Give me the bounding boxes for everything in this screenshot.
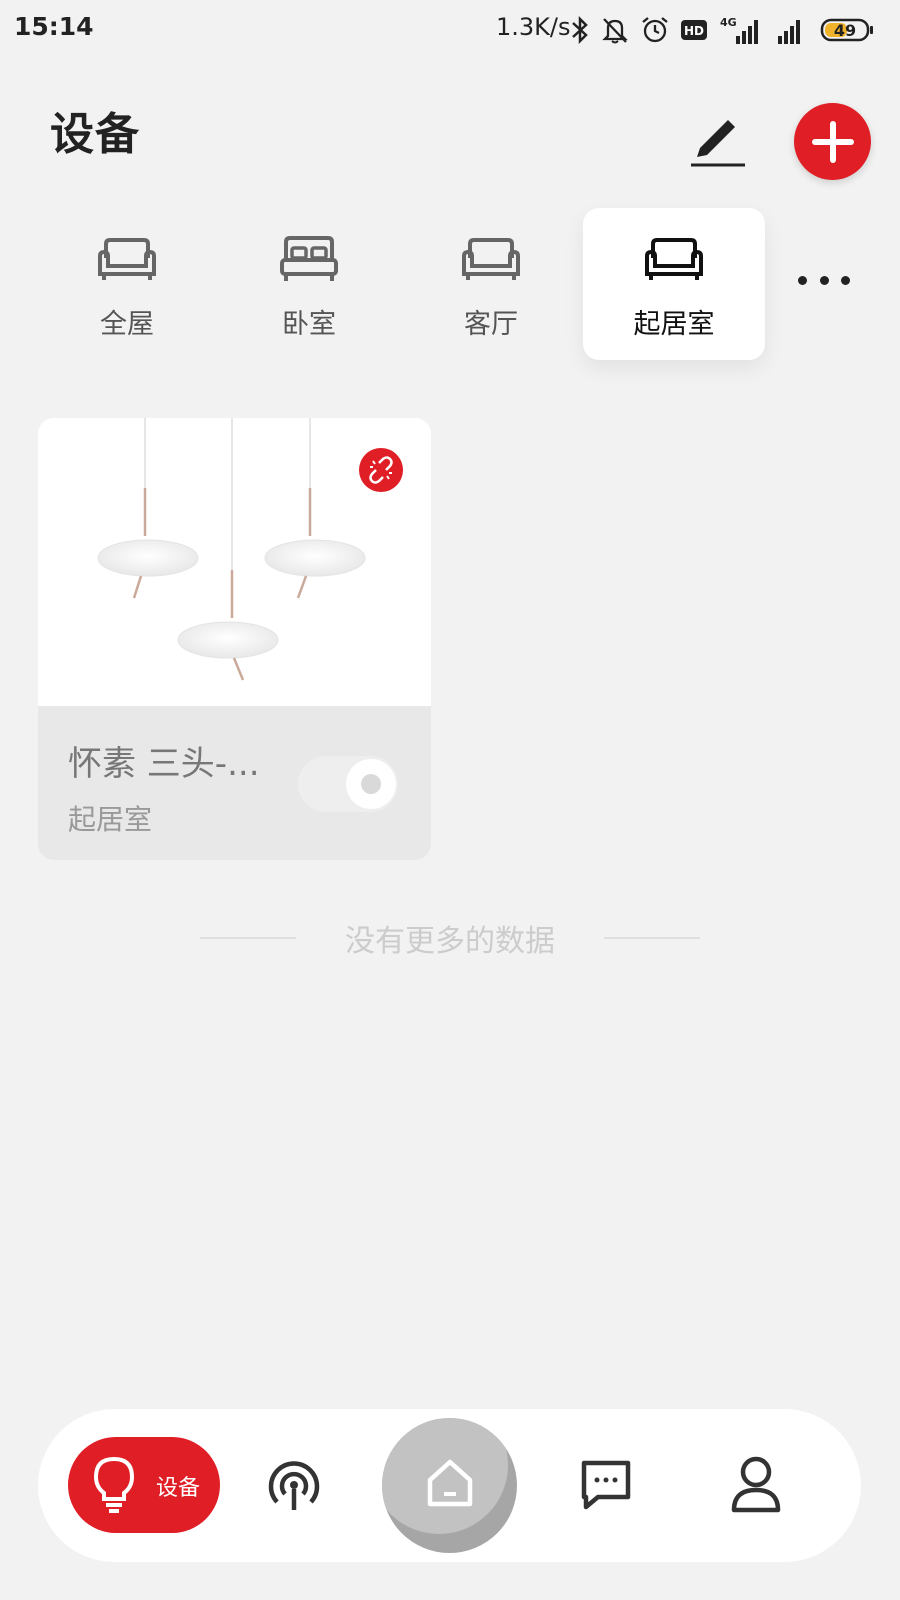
message-icon[interactable]: [578, 1457, 634, 1513]
room-label: 起居室: [633, 309, 715, 340]
nav-home-button[interactable]: [382, 1418, 517, 1553]
offline-badge: [359, 448, 403, 492]
sofa-icon: [98, 238, 156, 280]
room-tab-whole-house[interactable]: 全屋: [36, 208, 218, 360]
room-label: 全屋: [100, 309, 154, 340]
device-image: [38, 418, 431, 706]
hd-label: HD: [684, 24, 704, 38]
status-icons: HD 4G 49: [570, 12, 876, 48]
home-icon: [427, 1459, 473, 1507]
hd-icon: HD: [681, 20, 707, 40]
list-end-text: 没有更多的数据: [345, 924, 555, 959]
more-rooms-button[interactable]: [798, 270, 850, 290]
room-tab-bedroom[interactable]: 卧室: [218, 208, 400, 360]
battery-level: 49: [834, 21, 856, 40]
page-title: 设备: [50, 109, 140, 160]
nav-devices-label: 设备: [156, 1476, 201, 1501]
device-info: 怀素 三头-... 起居室: [38, 706, 431, 860]
edit-button[interactable]: [686, 108, 750, 172]
sofa-icon: [462, 238, 520, 280]
network-type-label: 4G: [720, 16, 737, 29]
status-time: 15:14: [14, 12, 94, 41]
bed-icon: [280, 236, 338, 281]
bulb-icon: [93, 1456, 135, 1513]
user-icon[interactable]: [728, 1454, 784, 1516]
bottom-nav: 设备: [38, 1409, 861, 1562]
nav-devices-tab[interactable]: 设备: [68, 1437, 220, 1533]
device-room: 起居室: [68, 803, 153, 836]
room-tab-family-room[interactable]: 起居室: [583, 208, 765, 360]
unlink-icon: [369, 456, 393, 484]
room-label: 客厅: [464, 309, 518, 340]
status-network-speed: 1.3K/s: [496, 13, 571, 41]
bluetooth-icon: [572, 15, 588, 45]
pencil-icon: [691, 120, 745, 167]
room-label: 卧室: [282, 309, 336, 340]
device-name: 怀素 三头-...: [68, 744, 260, 784]
broadcast-icon[interactable]: [265, 1456, 323, 1514]
more-dots-icon: [798, 275, 807, 285]
signal-4g-icon: 4G: [720, 16, 758, 44]
status-bar: 15:14 1.3K/s HD 4G 49: [0, 0, 900, 60]
alarm-icon: [642, 17, 668, 43]
device-card[interactable]: 怀素 三头-... 起居室: [38, 418, 431, 860]
toggle-knob: [346, 759, 396, 809]
divider-right: [604, 937, 700, 939]
device-power-toggle[interactable]: [298, 756, 398, 812]
room-tab-living-room[interactable]: 客厅: [400, 208, 582, 360]
sofa-icon: [645, 238, 703, 280]
divider-left: [200, 937, 296, 939]
bell-muted-icon: [602, 18, 628, 44]
signal-icon: [778, 20, 800, 44]
battery-icon: 49: [820, 18, 873, 42]
add-device-button[interactable]: [794, 103, 871, 180]
